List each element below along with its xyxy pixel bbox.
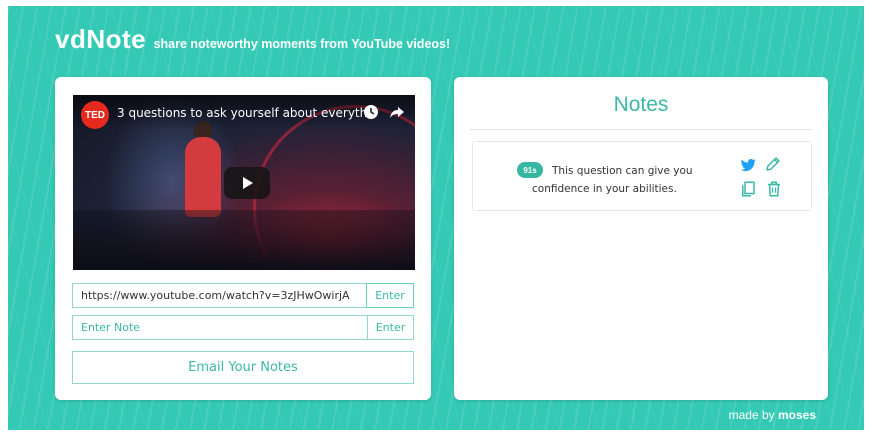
brand-header: vdNote share noteworthy moments from You…: [55, 24, 450, 55]
watch-later-icon[interactable]: [363, 104, 379, 120]
footer-prefix: made by: [728, 408, 775, 422]
channel-avatar[interactable]: TED: [81, 101, 109, 129]
twitter-icon[interactable]: [739, 156, 757, 174]
copy-icon[interactable]: [739, 180, 757, 198]
app-background: vdNote share noteworthy moments from You…: [8, 6, 864, 430]
notes-title: Notes: [613, 93, 669, 116]
pencil-icon[interactable]: [764, 155, 782, 173]
speaker-figure: [185, 137, 221, 217]
notes-divider: [470, 129, 812, 130]
trash-icon[interactable]: [765, 180, 783, 198]
play-icon: [243, 177, 253, 189]
video-url-input[interactable]: [73, 284, 367, 307]
note-enter-button[interactable]: Enter: [367, 316, 413, 339]
footer-author[interactable]: moses: [778, 408, 816, 422]
video-url-row: Enter: [72, 283, 414, 308]
email-notes-button[interactable]: Email Your Notes: [72, 351, 414, 384]
note-input[interactable]: [73, 316, 367, 339]
note-item: 91s This question can give you confidenc…: [472, 141, 812, 211]
video-title[interactable]: 3 questions to ask yourself about everyt…: [117, 106, 367, 120]
footer-credit: made by moses: [729, 408, 816, 422]
tagline: share noteworthy moments from YouTube vi…: [153, 37, 451, 51]
logo: vdNote: [55, 24, 147, 54]
share-icon[interactable]: [389, 104, 405, 120]
video-panel: TED 3 questions to ask yourself about ev…: [55, 77, 431, 400]
play-button[interactable]: [224, 167, 270, 199]
note-text: This question can give you confidence in…: [532, 165, 693, 195]
audience: [73, 210, 415, 270]
video-player[interactable]: TED 3 questions to ask yourself about ev…: [73, 95, 415, 270]
note-row: Enter: [72, 315, 414, 340]
notes-panel: Notes 91s This question can give you con…: [454, 77, 828, 400]
url-enter-button[interactable]: Enter: [366, 283, 414, 308]
